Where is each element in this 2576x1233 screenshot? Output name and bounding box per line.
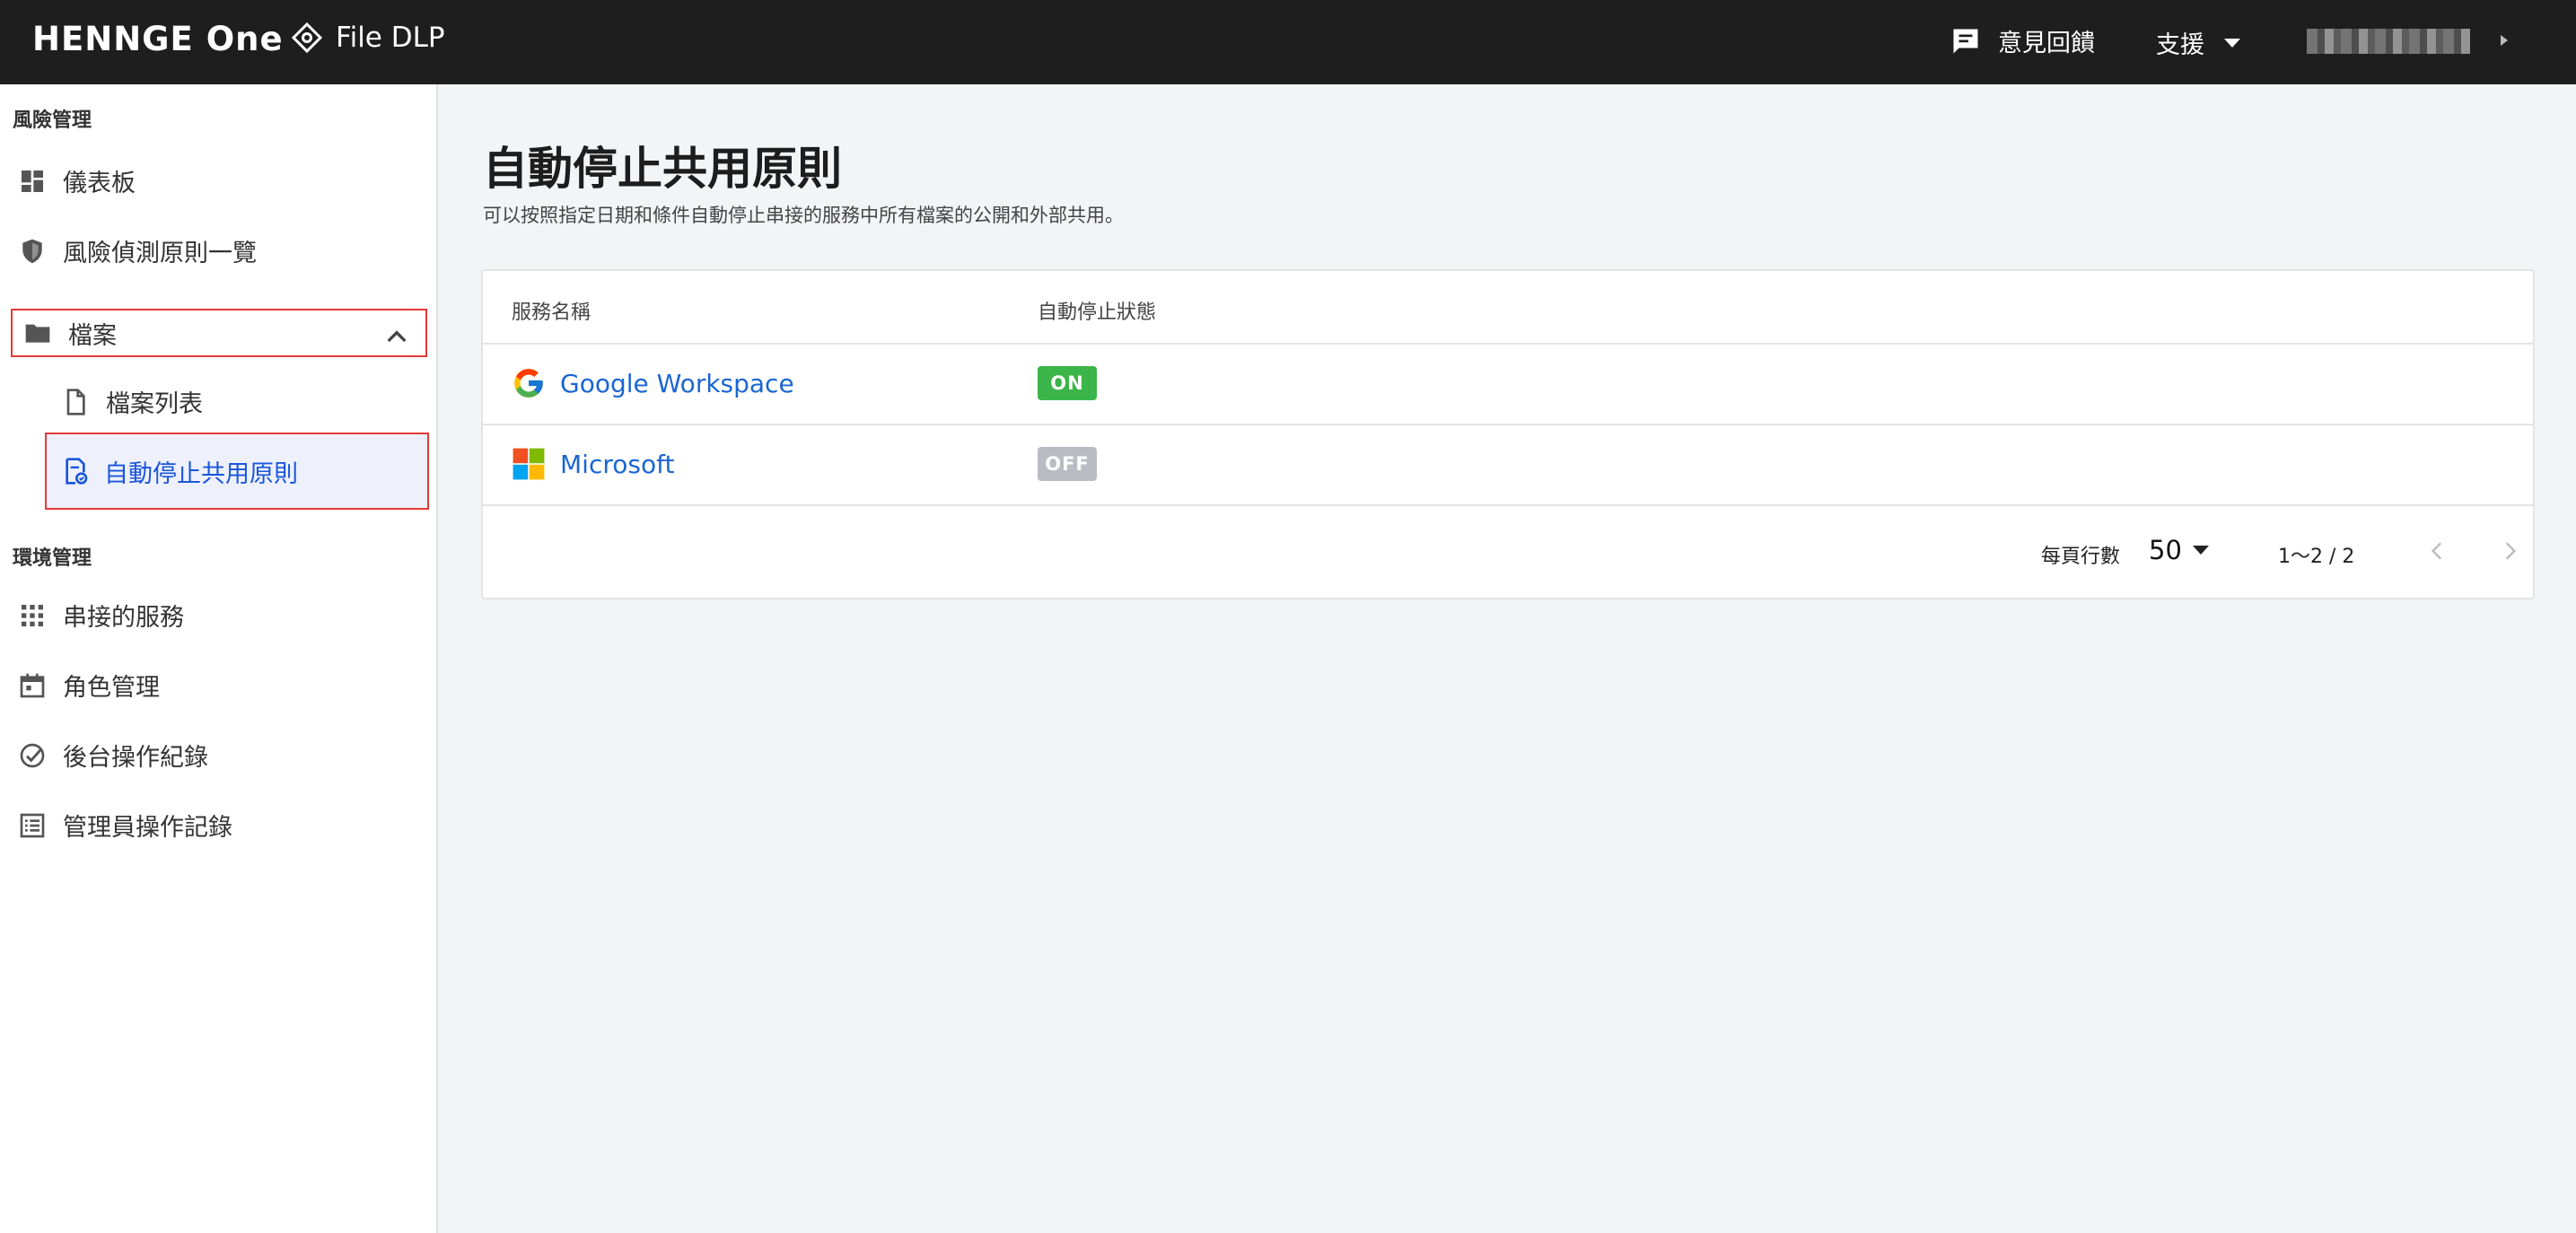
user-menu-caret-icon[interactable] bbox=[2501, 35, 2508, 46]
service-name: Microsoft bbox=[560, 449, 675, 479]
chevron-right-icon bbox=[2505, 542, 2517, 560]
sidebar-item-label: 檔案 bbox=[68, 321, 117, 350]
pagination-range: 1〜2 / 2 bbox=[2278, 546, 2355, 568]
sidebar-item-label: 後台操作紀錄 bbox=[63, 744, 208, 772]
sidebar-item-label: 風險偵測原則一覽 bbox=[63, 240, 257, 267]
microsoft-logo-icon bbox=[513, 448, 545, 480]
check-circle-icon bbox=[20, 743, 45, 767]
section-risk-management: 風險管理 bbox=[13, 109, 92, 132]
service-name: Google Workspace bbox=[560, 368, 794, 398]
folder-icon bbox=[25, 324, 50, 343]
table-pagination: 每頁行數 50 1〜2 / 2 bbox=[483, 508, 2533, 598]
status-badge-on: ON bbox=[1038, 366, 1097, 400]
sidebar-item-admin-logs[interactable]: 管理員操作記錄 bbox=[18, 808, 232, 843]
sidebar-item-risk-policies[interactable]: 風險偵測原則一覽 bbox=[18, 233, 257, 268]
sidebar-item-file-list[interactable]: 檔案列表 bbox=[61, 384, 203, 419]
policy-document-icon bbox=[66, 458, 88, 485]
status-badge-off: OFF bbox=[1038, 447, 1097, 481]
sidebar-item-label: 儀表板 bbox=[63, 170, 136, 197]
top-navigation-bar: HENNGE One File DLP 意見回饋 支援 bbox=[0, 0, 2576, 84]
chevron-up-icon[interactable] bbox=[382, 323, 411, 352]
chevron-left-icon bbox=[2431, 542, 2442, 560]
sidebar-item-label: 檔案列表 bbox=[106, 390, 203, 418]
dashboard-icon bbox=[22, 170, 43, 192]
service-link-google-workspace[interactable]: Google Workspace bbox=[512, 366, 794, 400]
sidebar-item-label: 串接的服務 bbox=[63, 604, 184, 632]
sidebar-item-roles[interactable]: 角色管理 bbox=[18, 668, 160, 703]
service-link-microsoft[interactable]: Microsoft bbox=[512, 447, 674, 481]
calendar-icon bbox=[20, 673, 45, 697]
sidebar-item-connected-services[interactable]: 串接的服務 bbox=[18, 598, 184, 633]
chevron-down-icon bbox=[2192, 546, 2209, 555]
user-account-name-redacted[interactable] bbox=[2307, 29, 2470, 54]
shield-icon bbox=[22, 239, 42, 263]
page-description: 可以按照指定日期和條件自動停止串接的服務中所有檔案的公開和外部共用。 bbox=[483, 205, 1124, 226]
rows-per-page-value: 50 bbox=[2149, 535, 2182, 565]
sidebar-item-label: 自動停止共用原則 bbox=[104, 459, 298, 488]
rows-per-page-label: 每頁行數 bbox=[2041, 546, 2121, 568]
sidebar-item-files[interactable]: 檔案 bbox=[11, 309, 427, 357]
support-menu[interactable]: 支援 bbox=[2156, 25, 2240, 60]
sidebar-item-backend-logs[interactable]: 後台操作紀錄 bbox=[18, 738, 208, 773]
document-icon bbox=[66, 388, 85, 415]
feedback-button[interactable]: 意見回饋 bbox=[1950, 23, 2095, 58]
product-label: File DLP bbox=[336, 22, 445, 54]
sidebar-item-auto-stop-sharing-policy[interactable]: 自動停止共用原則 bbox=[45, 433, 429, 510]
google-logo-icon bbox=[514, 369, 543, 398]
henngeone-logo[interactable]: HENNGE One bbox=[32, 20, 284, 58]
table-header: 服務名稱 自動停止狀態 bbox=[483, 271, 2533, 345]
page-title: 自動停止共用原則 bbox=[483, 143, 842, 195]
next-page-button[interactable] bbox=[2492, 533, 2528, 569]
previous-page-button[interactable] bbox=[2420, 533, 2456, 569]
column-header-service-name: 服務名稱 bbox=[512, 302, 591, 324]
list-icon bbox=[20, 813, 45, 837]
sidebar-item-label: 管理員操作記錄 bbox=[63, 814, 232, 842]
column-header-auto-stop-status: 自動停止狀態 bbox=[1038, 302, 1157, 324]
sidebar-item-dashboard[interactable]: 儀表板 bbox=[18, 163, 136, 198]
apps-grid-icon bbox=[22, 604, 43, 626]
support-label: 支援 bbox=[2156, 31, 2204, 59]
product-name[interactable]: File DLP bbox=[291, 22, 445, 54]
table-row: Google Workspace ON bbox=[483, 345, 2533, 425]
file-dlp-icon bbox=[291, 22, 323, 54]
rows-per-page-select[interactable]: 50 bbox=[2149, 535, 2209, 565]
feedback-label: 意見回饋 bbox=[1998, 30, 2095, 57]
sidebar-item-label: 角色管理 bbox=[63, 674, 160, 702]
section-environment-management: 環境管理 bbox=[13, 547, 92, 570]
policy-table-card: 服務名稱 自動停止狀態 Google Workspace ON Microsof… bbox=[481, 269, 2535, 599]
feedback-icon bbox=[1953, 29, 1978, 53]
chevron-down-icon bbox=[2224, 38, 2240, 48]
sidebar: 風險管理 儀表板 風險偵測原則一覽 檔案 檔案列表 自動停止共用原則 環境管理 … bbox=[0, 84, 438, 1233]
table-row: Microsoft OFF bbox=[483, 425, 2533, 506]
